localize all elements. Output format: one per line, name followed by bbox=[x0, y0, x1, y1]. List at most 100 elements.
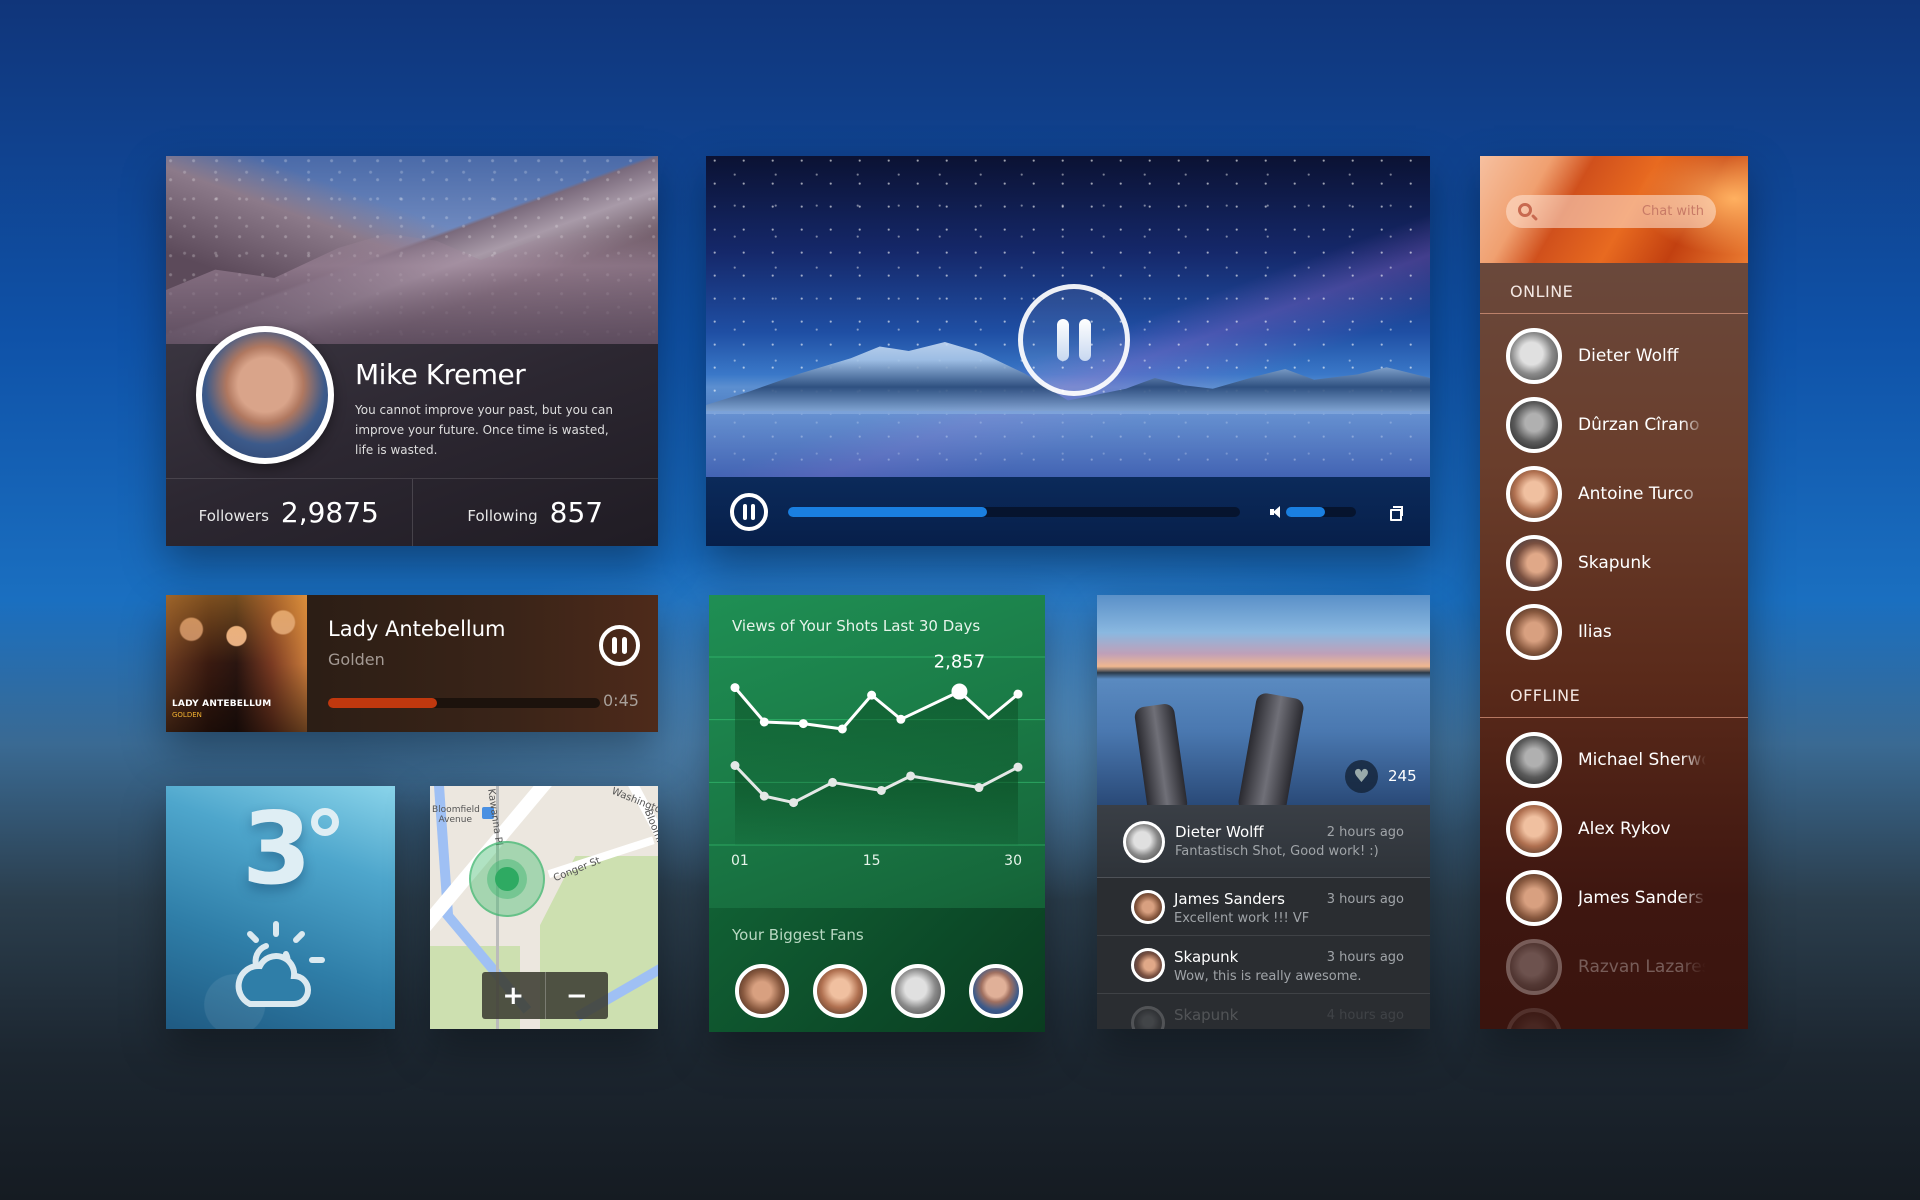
temperature-value: 3 bbox=[242, 790, 312, 907]
profile-avatar[interactable] bbox=[196, 326, 334, 464]
fan-avatar[interactable] bbox=[813, 964, 867, 1018]
music-pause-button[interactable] bbox=[599, 625, 640, 666]
commenter-avatar bbox=[1123, 821, 1165, 863]
contact-name: Michael Sherwood bbox=[1578, 750, 1706, 770]
profile-bio: You cannot improve your past, but you ca… bbox=[355, 403, 613, 457]
comment-item[interactable]: James Sanders 3 hours ago Excellent work !… bbox=[1097, 878, 1430, 936]
chat-search[interactable] bbox=[1506, 195, 1716, 228]
music-progress-slider[interactable] bbox=[328, 698, 600, 708]
chat-contact-online[interactable]: Antoine Turco bbox=[1506, 466, 1736, 522]
contact-avatar bbox=[1506, 1008, 1562, 1029]
comment-timestamp: 3 hours ago bbox=[1326, 892, 1404, 907]
following-count: 857 bbox=[549, 496, 604, 529]
video-player bbox=[706, 156, 1430, 546]
zoom-in-button[interactable]: + bbox=[482, 972, 545, 1019]
contact-name: Alex Rykov bbox=[1578, 819, 1671, 839]
data-point bbox=[867, 690, 877, 700]
chat-contact-online[interactable]: Dûrzan Cîrano bbox=[1506, 397, 1736, 453]
fan-avatar[interactable] bbox=[969, 964, 1023, 1018]
followers-stat[interactable]: Followers 2,9875 bbox=[166, 479, 412, 546]
photo-image[interactable] bbox=[1097, 595, 1430, 819]
driftwood bbox=[1236, 691, 1306, 819]
contact-name: Ilias bbox=[1578, 622, 1612, 642]
highlight-value-label: 2,857 bbox=[934, 652, 986, 673]
following-stat[interactable]: Following 857 bbox=[411, 479, 659, 546]
contact-avatar bbox=[1506, 732, 1562, 788]
data-point bbox=[730, 683, 740, 693]
x-tick-label: 01 bbox=[731, 853, 749, 869]
album-cover-title: LADY ANTEBELLUM bbox=[172, 699, 272, 709]
song-title: Golden bbox=[328, 650, 385, 669]
chat-contact-offline[interactable]: James Sanders bbox=[1506, 870, 1736, 926]
fans-title: Your Biggest Fans bbox=[732, 926, 864, 944]
zoom-out-button[interactable]: − bbox=[544, 972, 609, 1019]
fans-avatars bbox=[735, 964, 1023, 1018]
fan-avatar[interactable] bbox=[735, 964, 789, 1018]
data-point bbox=[1013, 689, 1023, 699]
chat-contact-offline[interactable]: Alex Rykov bbox=[1506, 801, 1736, 857]
profile-cover-image bbox=[166, 156, 658, 344]
video-progress-slider[interactable] bbox=[788, 507, 1240, 517]
data-point bbox=[759, 717, 769, 727]
commenter-name: James Sanders bbox=[1174, 890, 1285, 908]
contact-name: Antoine Turco bbox=[1578, 484, 1694, 504]
followers-count: 2,9875 bbox=[280, 496, 379, 529]
comment-item[interactable]: Dieter Wolff 2 hours ago Fantastisch Shot,… bbox=[1097, 805, 1430, 878]
music-progress-fill bbox=[328, 698, 437, 708]
commenter-avatar bbox=[1131, 948, 1165, 982]
comment-item[interactable]: Skapunk 3 hours ago Wow, this is really aw… bbox=[1097, 936, 1430, 994]
chat-contact-online[interactable]: Dieter Wolff bbox=[1506, 328, 1736, 384]
offline-divider bbox=[1480, 717, 1748, 718]
fan-avatar[interactable] bbox=[891, 964, 945, 1018]
chat-search-input[interactable] bbox=[1546, 195, 1704, 228]
partly-cloudy-icon bbox=[235, 921, 325, 1007]
biggest-fans-panel: Your Biggest Fans bbox=[709, 908, 1045, 1032]
comment-timestamp: 3 hours ago bbox=[1326, 950, 1404, 965]
speaker-icon[interactable] bbox=[1270, 506, 1280, 518]
video-pause-button[interactable] bbox=[730, 493, 768, 531]
profile-card: Mike Kremer You cannot improve your past… bbox=[166, 156, 658, 546]
video-overlay-pause-button[interactable] bbox=[1018, 284, 1130, 396]
contact-name: James Sanders bbox=[1578, 888, 1704, 908]
chat-contact-online[interactable]: Skapunk bbox=[1506, 535, 1736, 591]
pause-icon-bar bbox=[743, 504, 747, 520]
weather-widget: 3 bbox=[166, 786, 395, 1029]
contact-avatar bbox=[1506, 328, 1562, 384]
comment-timestamp: 4 hours ago bbox=[1326, 1008, 1404, 1023]
like-count: 245 bbox=[1388, 767, 1417, 785]
views-stats-card: Views of Your Shots Last 30 Days 2,857 01… bbox=[709, 595, 1045, 1032]
like-button[interactable]: ♥ bbox=[1345, 760, 1378, 793]
song-artist: Lady Antebellum bbox=[328, 617, 506, 641]
map-label: Bloomfield Avenue bbox=[432, 805, 480, 825]
chat-contact-offline[interactable]: Michael Sherwood bbox=[1506, 732, 1736, 788]
search-icon bbox=[1518, 203, 1532, 217]
data-point bbox=[906, 771, 916, 781]
comment-item[interactable]: Skapunk 4 hours ago bbox=[1097, 994, 1430, 1029]
map-widget[interactable]: Bloomfield Avenue Kawanna Pl Washington … bbox=[430, 786, 658, 1029]
contact-name: Dûrzan Cîrano bbox=[1578, 415, 1700, 435]
comment-timestamp: 2 hours ago bbox=[1326, 825, 1404, 840]
commenter-name: Dieter Wolff bbox=[1175, 823, 1264, 841]
profile-name: Mike Kremer bbox=[355, 358, 526, 391]
commenter-avatar bbox=[1131, 1006, 1165, 1029]
volume-slider[interactable] bbox=[1286, 507, 1356, 517]
comment-text: Wow, this is really awesome. bbox=[1174, 969, 1362, 984]
pause-icon-bar bbox=[622, 637, 627, 654]
following-label: Following bbox=[467, 506, 538, 525]
contact-avatar bbox=[1506, 397, 1562, 453]
online-section-title: ONLINE bbox=[1510, 282, 1574, 301]
data-point bbox=[876, 785, 886, 795]
contact-avatar bbox=[1506, 870, 1562, 926]
chat-contact-offline[interactable]: Razvan Lazarescu bbox=[1506, 939, 1736, 995]
fullscreen-icon[interactable] bbox=[1390, 506, 1403, 521]
video-controls-bar bbox=[706, 477, 1430, 546]
chat-sidebar: ONLINE Dieter Wolff Dûrzan Cîrano Antoine … bbox=[1480, 156, 1748, 1029]
x-tick-label: 15 bbox=[863, 853, 881, 869]
contact-name: Skapunk bbox=[1578, 553, 1651, 573]
chat-contact-online[interactable]: Ilias bbox=[1506, 604, 1736, 660]
data-point bbox=[828, 777, 838, 787]
contact-name: Razvan Lazarescu bbox=[1578, 957, 1706, 977]
data-point bbox=[974, 783, 984, 793]
pause-icon-bar bbox=[1057, 319, 1069, 361]
location-pin-icon[interactable] bbox=[495, 867, 519, 891]
